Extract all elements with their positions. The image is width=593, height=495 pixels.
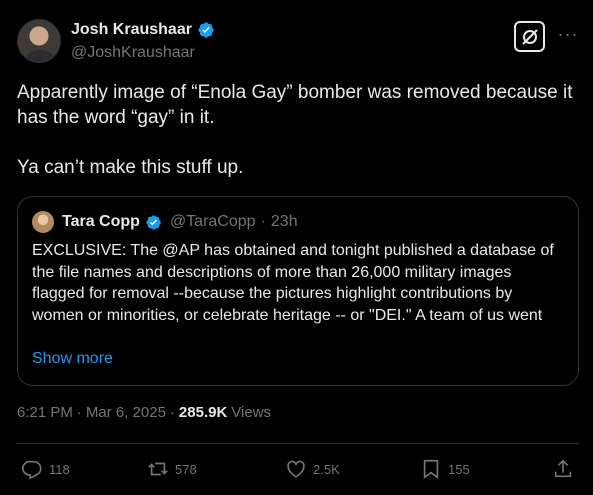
meta-separator: · [169, 404, 175, 421]
bookmark-icon [423, 459, 439, 479]
meta-separator: · [76, 404, 82, 421]
repost-icon [148, 462, 168, 476]
quoted-tweet-text: EXCLUSIVE: The @AP has obtained and toni… [32, 242, 554, 324]
quoted-author-display-name: Tara Copp [62, 213, 140, 230]
author-name-row: Josh Kraushaar [71, 21, 215, 39]
author-display-name[interactable]: Josh Kraushaar [71, 21, 192, 39]
quoted-timestamp: 23h [270, 213, 298, 230]
repost-count: 578 [175, 461, 197, 477]
quoted-author-handle: @TaraCopp [169, 213, 256, 230]
tweet-time[interactable]: 6:21 PM [17, 404, 73, 421]
show-more-link[interactable]: Show more [32, 350, 113, 368]
author-avatar[interactable] [17, 19, 61, 63]
quoted-tweet-header: Tara Copp @TaraCopp · 23h [32, 211, 298, 233]
action-bar: 118 578 2.5K 155 [17, 458, 579, 484]
grok-button[interactable] [514, 21, 545, 52]
tweet-header: Josh Kraushaar @JoshKraushaar ··· [17, 19, 577, 67]
quoted-separator: · [260, 213, 266, 230]
reply-count: 118 [49, 461, 70, 477]
more-button[interactable]: ··· [557, 25, 579, 47]
grok-icon [521, 28, 538, 45]
verified-badge-icon [146, 214, 161, 230]
like-button[interactable]: 2.5K [285, 458, 340, 480]
views-count: 285.9K [178, 404, 228, 421]
bookmark-button[interactable]: 155 [420, 458, 470, 480]
bookmark-count: 155 [448, 461, 470, 477]
author-handle[interactable]: @JoshKraushaar [71, 44, 195, 62]
repost-button[interactable]: 578 [147, 458, 197, 480]
tweet-meta: 6:21 PM · Mar 6, 2025 · 285.9K Views [17, 404, 271, 421]
like-count: 2.5K [313, 461, 340, 477]
quoted-tweet[interactable]: Tara Copp @TaraCopp · 23h EXCLUSIVE: The… [17, 196, 579, 386]
share-button[interactable] [552, 458, 574, 480]
verified-badge-icon[interactable] [197, 21, 215, 39]
tweet-text: Apparently image of “Enola Gay” bomber w… [17, 82, 573, 178]
heart-icon [287, 460, 305, 478]
divider [17, 443, 579, 444]
views-label: Views [231, 404, 272, 421]
more-icon: ··· [557, 24, 579, 44]
share-icon [554, 459, 572, 478]
quoted-author-avatar [32, 211, 54, 233]
tweet-date[interactable]: Mar 6, 2025 [86, 404, 166, 421]
reply-icon [22, 460, 42, 480]
reply-button[interactable]: 118 [21, 458, 70, 480]
